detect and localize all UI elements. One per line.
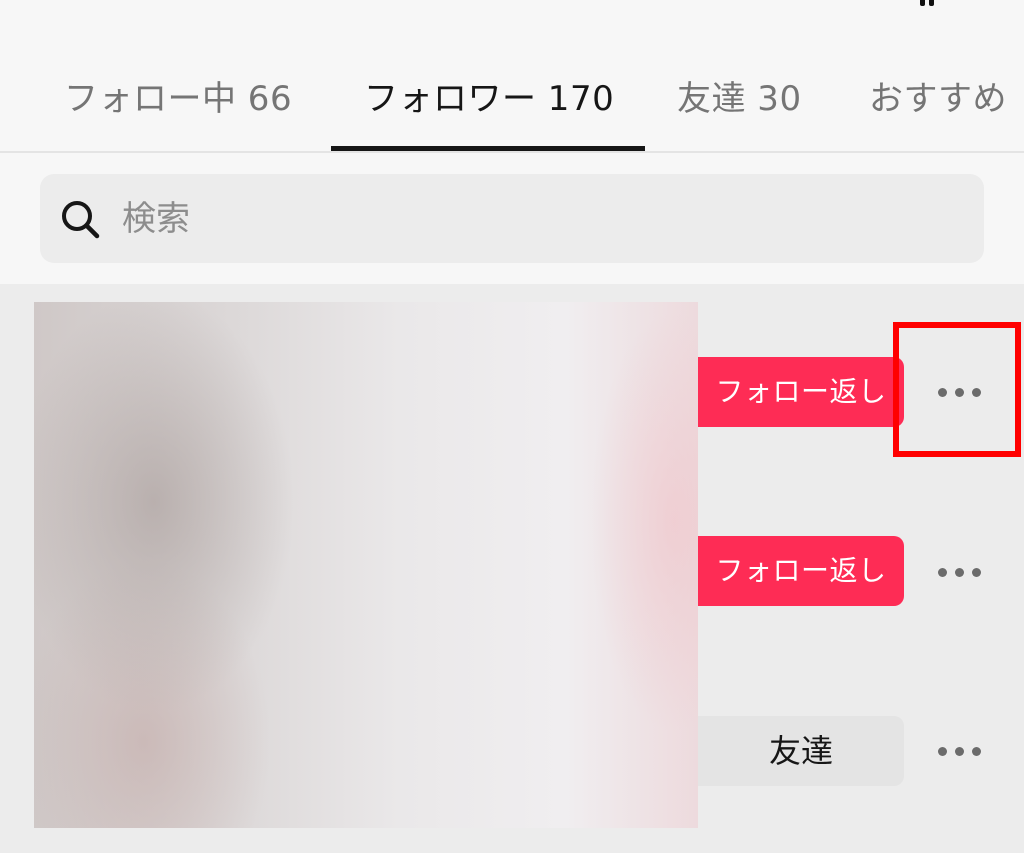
followers-screen: フォロー中 66 フォロワー 170 友達 30 おすすめ フォロー返し フォロ…	[0, 0, 1024, 853]
tab-suggested[interactable]: おすすめ	[869, 74, 1007, 124]
search-icon	[62, 201, 100, 239]
more-icon[interactable]	[924, 731, 994, 771]
tab-followers[interactable]: フォロワー 170	[364, 74, 614, 124]
friend-button[interactable]: 友達	[698, 716, 904, 786]
follow-back-button[interactable]: フォロー返し	[698, 357, 904, 427]
more-icon[interactable]	[924, 372, 994, 412]
tab-bar: フォロー中 66 フォロワー 170 友達 30 おすすめ	[0, 0, 1024, 153]
tab-friends[interactable]: 友達 30	[677, 74, 802, 124]
search-bar[interactable]	[40, 174, 984, 263]
follow-back-button[interactable]: フォロー返し	[698, 536, 904, 606]
blurred-user-info	[34, 302, 698, 828]
active-tab-indicator	[331, 146, 645, 151]
tab-following[interactable]: フォロー中 66	[64, 74, 292, 124]
search-input[interactable]	[120, 192, 964, 246]
more-icon[interactable]	[924, 552, 994, 592]
